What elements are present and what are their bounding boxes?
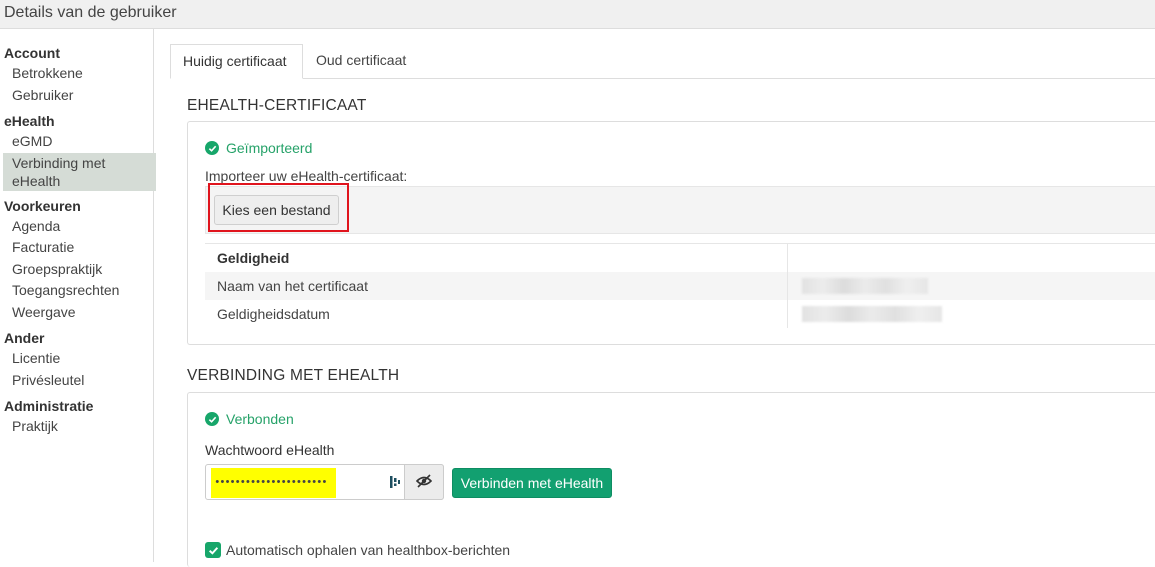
sidebar: Account Betrokkene Gebruiker eHealth eGM…	[0, 29, 156, 562]
sidebar-heading: Account	[4, 45, 60, 61]
sidebar-item-praktijk[interactable]: Praktijk	[0, 416, 153, 438]
sidebar-heading: Voorkeuren	[4, 197, 81, 214]
main-content: Huidig certificaat Oud certificaat EHEAL…	[170, 29, 1155, 567]
sidebar-group-administratie: Administratie Praktijk	[0, 397, 153, 438]
sidebar-group-ehealth: eHealth eGMD Verbinding met eHealth	[0, 112, 156, 191]
certificate-status-text: Geïmporteerd	[226, 140, 313, 156]
table-cell-value	[788, 300, 1155, 328]
password-input-group: ••••••••••••••••••••••	[205, 464, 444, 500]
sidebar-group-ander: Ander Licentie Privésleutel	[0, 329, 153, 391]
auto-fetch-row: Automatisch ophalen van healthbox-berich…	[205, 542, 510, 558]
page-header: Details van de gebruiker	[0, 0, 1155, 29]
password-manager-icon[interactable]	[389, 474, 401, 490]
table-row: Naam van het certificaat	[205, 272, 1155, 300]
sidebar-heading: eHealth	[4, 113, 55, 129]
sidebar-group-account: Account Betrokkene Gebruiker	[0, 44, 153, 106]
sidebar-heading: Administratie	[4, 398, 94, 414]
redacted-value	[802, 306, 942, 322]
sidebar-item-groepspraktijk[interactable]: Groepspraktijk	[0, 259, 153, 281]
eye-slash-icon	[415, 473, 433, 491]
import-label: Importeer uw eHealth-certificaat:	[205, 168, 408, 184]
redacted-value	[802, 278, 928, 294]
sidebar-item-weergave[interactable]: Weergave	[0, 302, 153, 324]
connection-card: Verbonden Wachtwoord eHealth •••••••••••…	[187, 392, 1155, 567]
table-row: Geldigheidsdatum	[205, 300, 1155, 328]
tab-oud-certificaat[interactable]: Oud certificaat	[304, 44, 418, 79]
sidebar-item-toegangsrechten[interactable]: Toegangsrechten	[0, 280, 153, 302]
sidebar-heading: Ander	[4, 330, 45, 346]
password-label: Wachtwoord eHealth	[205, 442, 335, 458]
table-cell-value	[788, 272, 1155, 300]
sidebar-item-egmd[interactable]: eGMD	[0, 131, 153, 153]
sidebar-item-privesleutel[interactable]: Privésleutel	[0, 370, 153, 392]
certificate-section-title: EHEALTH-CERTIFICAAT	[187, 97, 367, 114]
tab-huidig-certificaat[interactable]: Huidig certificaat	[170, 44, 303, 79]
connection-status: Verbonden	[205, 411, 294, 427]
certificate-info-table: Geldigheid Naam van het certificaat Geld…	[205, 243, 1155, 328]
annotation-highlight-box	[208, 183, 349, 232]
sidebar-item-gebruiker[interactable]: Gebruiker	[0, 85, 153, 107]
sidebar-item-agenda[interactable]: Agenda	[0, 216, 153, 238]
table-cell-label: Geldigheidsdatum	[205, 300, 788, 328]
table-header-row: Geldigheid	[205, 244, 1155, 272]
page-title: Details van de gebruiker	[4, 4, 177, 21]
password-input[interactable]: ••••••••••••••••••••••	[211, 468, 336, 498]
check-circle-icon	[205, 141, 219, 155]
sidebar-item-licentie[interactable]: Licentie	[0, 348, 153, 370]
connection-section-title: VERBINDING MET EHEALTH	[187, 367, 400, 384]
table-cell-label: Naam van het certificaat	[205, 272, 788, 300]
certificate-status: Geïmporteerd	[205, 140, 312, 156]
certificate-card: Geïmporteerd Importeer uw eHealth-certif…	[187, 121, 1155, 345]
auto-fetch-checkbox[interactable]	[205, 542, 221, 558]
table-header-value	[788, 244, 1155, 272]
check-circle-icon	[205, 412, 219, 426]
sidebar-group-voorkeuren: Voorkeuren Agenda Facturatie Groepsprakt…	[0, 197, 153, 324]
auto-fetch-label: Automatisch ophalen van healthbox-berich…	[226, 542, 511, 558]
sidebar-item-betrokkene[interactable]: Betrokkene	[0, 63, 153, 85]
sidebar-item-facturatie[interactable]: Facturatie	[0, 237, 153, 259]
sidebar-item-verbinding-met-ehealth[interactable]: Verbinding met eHealth	[3, 152, 156, 191]
connection-status-text: Verbonden	[226, 411, 294, 427]
toggle-password-visibility-button[interactable]	[404, 464, 444, 500]
table-header-cell: Geldigheid	[205, 244, 788, 272]
connect-ehealth-button[interactable]: Verbinden met eHealth	[452, 468, 612, 498]
tab-bar: Huidig certificaat Oud certificaat	[170, 44, 1155, 79]
